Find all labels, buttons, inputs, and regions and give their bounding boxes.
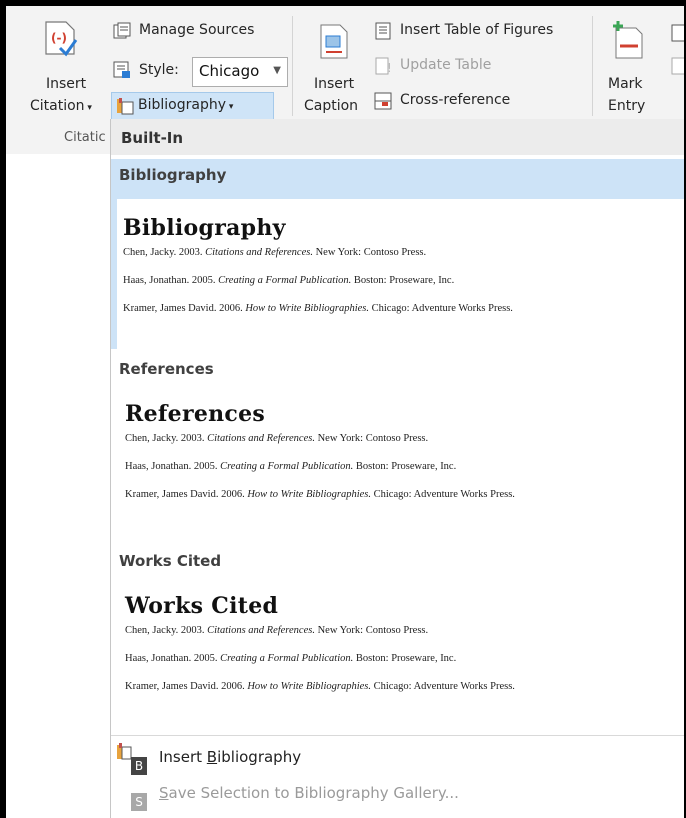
word-window: (-) Insert Citation ▾ Manage Sources Sty… xyxy=(6,6,686,818)
style-dropdown[interactable]: Chicago ▼ xyxy=(192,57,288,87)
preview-line: Haas, Jonathan. 2005. Creating a Formal … xyxy=(123,275,455,286)
mark-entry-label-1: Mark xyxy=(608,76,643,92)
insert-bibliography-label: Insert Bibliography xyxy=(159,748,302,766)
bibliography-gallery: Built-In Bibliography Bibliography Chen,… xyxy=(110,119,686,818)
group-divider xyxy=(292,16,293,116)
insert-caption-label-2: Caption xyxy=(304,98,359,114)
insert-table-of-figures-label: Insert Table of Figures xyxy=(400,22,554,38)
keytip-b: B xyxy=(131,757,147,775)
svg-text:!: ! xyxy=(387,61,392,75)
insert-caption-icon xyxy=(320,24,348,59)
preview-line: Haas, Jonathan. 2005. Creating a Formal … xyxy=(125,653,457,664)
gallery-header: Built-In xyxy=(111,119,686,155)
manage-sources-label: Manage Sources xyxy=(139,22,255,38)
preview-title: Bibliography xyxy=(123,215,286,241)
cross-reference-button[interactable]: Cross-reference xyxy=(370,90,550,116)
group-divider xyxy=(592,16,593,116)
insert-citation-icon: (-) xyxy=(45,21,78,57)
chevron-down-icon: ▼ xyxy=(273,65,281,76)
keytip-s: S xyxy=(131,793,147,811)
bibliography-icon xyxy=(117,98,134,115)
mark-entry-label-2: Entry xyxy=(608,98,646,114)
gallery-item-preview: Bibliography Chen, Jacky. 2003. Citation… xyxy=(117,199,686,349)
gallery-item-bibliography[interactable]: Bibliography Chen, Jacky. 2003. Citation… xyxy=(111,193,686,349)
bibliography-label: Bibliography ▾ xyxy=(138,97,234,113)
gallery-item-works-cited[interactable]: Works Cited Chen, Jacky. 2003. Citations… xyxy=(119,581,686,721)
bibliography-button[interactable]: Bibliography ▾ xyxy=(111,92,274,120)
preview-title: References xyxy=(125,401,266,427)
chevron-down-icon: ▾ xyxy=(84,103,92,113)
insert-citation-button[interactable]: (-) Insert Citation ▾ xyxy=(6,10,106,118)
cross-reference-icon xyxy=(374,92,392,110)
preview-line: Kramer, James David. 2006. How to Write … xyxy=(123,303,513,314)
gallery-category-references: References xyxy=(119,360,214,378)
chevron-down-icon: ▾ xyxy=(226,102,234,112)
mark-entry-icon xyxy=(613,21,643,59)
style-value: Chicago xyxy=(199,62,260,80)
style-icon xyxy=(113,61,130,78)
style-label: Style: xyxy=(139,62,179,78)
insert-table-of-figures-button[interactable]: Insert Table of Figures xyxy=(370,20,590,46)
manage-sources-button[interactable]: Manage Sources xyxy=(109,20,289,46)
manage-sources-icon xyxy=(113,22,131,39)
gallery-item-references[interactable]: References Chen, Jacky. 2003. Citations … xyxy=(119,389,686,529)
cross-reference-label: Cross-reference xyxy=(400,92,511,108)
preview-line: Chen, Jacky. 2003. Citations and Referen… xyxy=(125,625,429,636)
insert-caption-button[interactable]: Insert Caption xyxy=(298,10,368,118)
preview-title: Works Cited xyxy=(125,593,279,619)
preview-line: Kramer, James David. 2006. How to Write … xyxy=(125,489,515,500)
preview-line: Chen, Jacky. 2003. Citations and Referen… xyxy=(123,247,427,258)
gallery-category-works-cited: Works Cited xyxy=(119,552,222,570)
group-label-citations: Citatic xyxy=(64,130,106,145)
update-table-icon: ! xyxy=(375,57,392,75)
table-of-figures-icon xyxy=(375,22,391,40)
menu-separator xyxy=(111,735,686,736)
save-selection-to-gallery-menu-item[interactable]: S Save Selection to Bibliography Gallery… xyxy=(111,779,686,811)
insert-caption-label-1: Insert xyxy=(314,76,355,92)
update-table-button[interactable]: ! Update Table xyxy=(370,55,550,81)
preview-line: Kramer, James David. 2006. How to Write … xyxy=(125,681,515,692)
insert-bibliography-menu-item[interactable]: B Insert Bibliography xyxy=(111,743,686,775)
preview-line: Chen, Jacky. 2003. Citations and Referen… xyxy=(125,433,429,444)
preview-line: Haas, Jonathan. 2005. Creating a Formal … xyxy=(125,461,457,472)
gallery-category-bibliography: Bibliography xyxy=(111,159,686,193)
svg-text:(-): (-) xyxy=(51,31,67,45)
save-selection-label: Save Selection to Bibliography Gallery..… xyxy=(159,784,459,802)
insert-citation-label-1: Insert xyxy=(46,76,87,92)
mark-entry-button[interactable]: Mark Entry xyxy=(598,10,658,118)
insert-citation-label-2: Citation ▾ xyxy=(30,98,92,114)
update-table-label: Update Table xyxy=(400,57,492,73)
